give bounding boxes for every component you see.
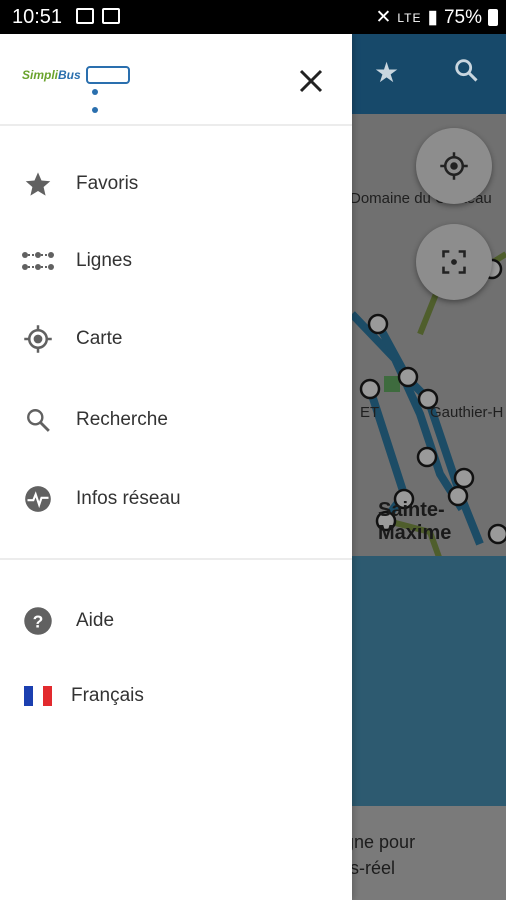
menu-label-langue: Français [71,685,144,706]
location-target-icon [22,323,54,355]
menu-item-aide[interactable]: ? Aide [0,591,352,651]
mute-icon: ✕ [375,7,392,28]
menu-label-favoris: Favoris [76,173,139,194]
header-divider [0,124,352,126]
logo-wordmark: SimpliBus [22,68,81,82]
status-time: 10:51 [12,6,63,28]
target-icon [440,152,468,180]
my-location-button[interactable] [416,128,492,204]
search-icon [22,404,54,436]
network-type: LTE [397,10,422,25]
menu-item-lignes[interactable]: Lignes [0,231,352,291]
close-icon [299,69,323,93]
help-icon: ? [22,605,54,637]
menu-label-aide: Aide [76,610,115,631]
map-label-city: Sainte-Maxime [378,499,452,544]
france-flag-icon [22,680,54,712]
menu-label-lignes: Lignes [76,250,132,271]
simplibus-logo: SimpliBus [22,64,132,113]
menu-label-carte: Carte [76,328,123,349]
menu-label-infos-reseau: Infos réseau [76,488,181,509]
close-drawer-button[interactable] [296,66,326,96]
menu-item-langue[interactable]: Français [0,666,352,726]
menu-item-infos-reseau[interactable]: Infos réseau [0,469,352,529]
notification-icons [76,8,120,24]
navigation-drawer: SimpliBus Favoris Lignes Carte Recherche [0,34,352,900]
bus-wheels [92,82,126,113]
battery-icon [488,9,498,26]
drawer-header: SimpliBus [0,34,352,124]
menu-item-recherche[interactable]: Recherche [0,390,352,450]
image-notification-icon [76,8,94,24]
favorite-star-icon: ★ [374,57,400,88]
map-label-gauthier: Gauthier-H [430,404,504,421]
status-bar: 10:51 ✕ LTE ▮ 75% [0,0,506,34]
status-right: ✕ LTE ▮ 75% [375,6,498,29]
network-info-icon [22,483,54,515]
menu-divider [0,558,352,560]
menu-label-recherche: Recherche [76,409,168,430]
signal-icon: ▮ [427,7,438,28]
lines-icon [22,245,54,277]
fit-bounds-button[interactable] [416,224,492,300]
star-icon [22,168,54,200]
menu-item-favoris[interactable]: Favoris [0,154,352,214]
battery-percent: 75% [443,6,482,28]
focus-frame-icon [442,250,466,274]
gallery-notification-icon [102,8,120,24]
svg-text:?: ? [33,611,44,631]
menu-item-carte[interactable]: Carte [0,309,352,369]
map-label-et: ET [360,404,380,421]
toolbar-search-icon [452,56,480,91]
